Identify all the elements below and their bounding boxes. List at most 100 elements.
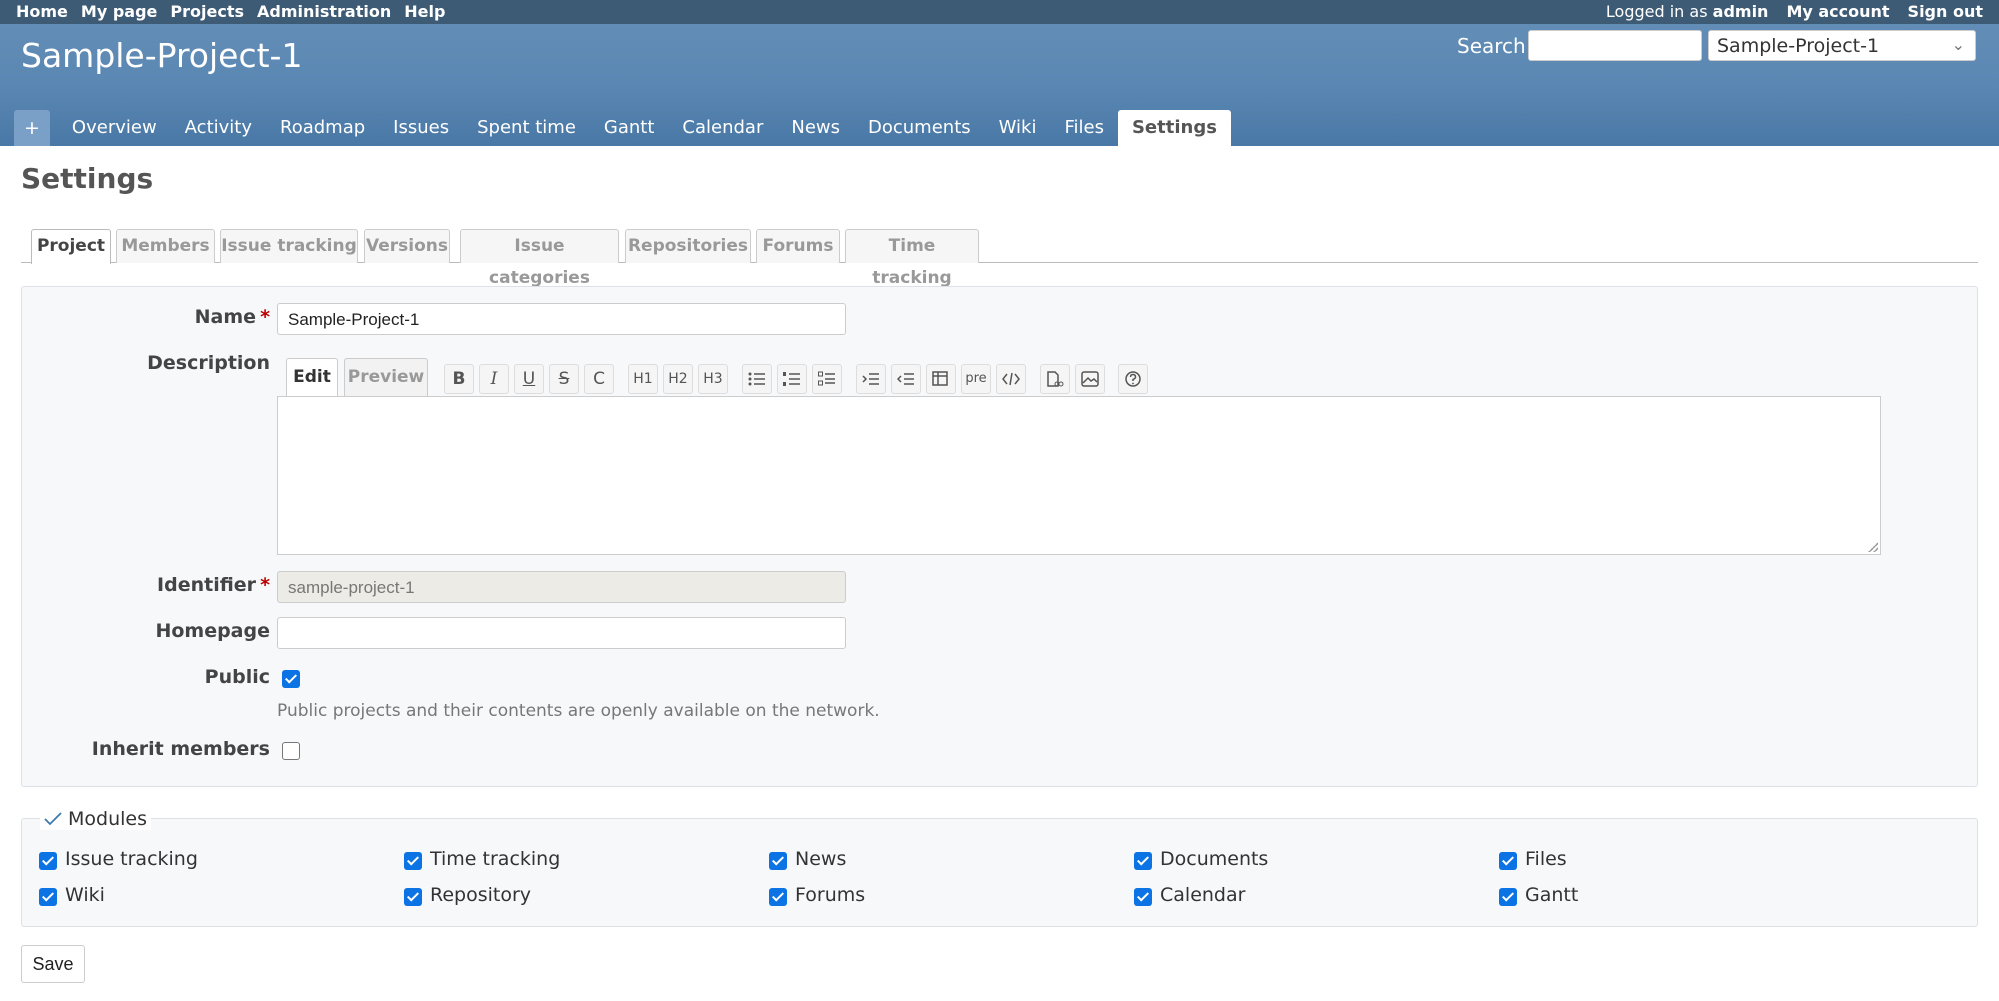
underline-button[interactable]: U: [514, 364, 544, 394]
module-gantt-checkbox[interactable]: [1499, 888, 1517, 906]
identifier-label: Identifier *: [20, 574, 270, 596]
image-icon: [1081, 371, 1099, 387]
tab-files[interactable]: Files: [1050, 110, 1118, 146]
save-button[interactable]: Save: [21, 945, 85, 983]
homepage-label: Homepage: [155, 620, 270, 642]
search-input[interactable]: [1528, 30, 1702, 61]
module-wiki-label[interactable]: Wiki: [65, 884, 105, 906]
module-calendar-label[interactable]: Calendar: [1160, 884, 1245, 906]
search-label: Search:: [1457, 34, 1533, 58]
module-time-tracking-label[interactable]: Time tracking: [430, 848, 560, 870]
subtab-issue-categories[interactable]: Issue categories: [460, 229, 619, 288]
module-forums-label[interactable]: Forums: [795, 884, 865, 906]
top-menu: Home My page Projects Administration Hel…: [0, 0, 1999, 24]
module-news-checkbox[interactable]: [769, 852, 787, 870]
subtab-issue-tracking[interactable]: Issue tracking: [220, 229, 358, 263]
document-link-icon: [1047, 371, 1064, 387]
image-button[interactable]: [1075, 364, 1105, 394]
table-button[interactable]: [926, 364, 956, 394]
check-icon: [44, 812, 62, 826]
inherit-members-checkbox[interactable]: [282, 742, 300, 760]
module-files-checkbox[interactable]: [1499, 852, 1517, 870]
task-list-icon: [818, 371, 835, 386]
heading-2-button[interactable]: H2: [663, 364, 693, 394]
outdent-button[interactable]: [891, 364, 921, 394]
top-menu-help[interactable]: Help: [404, 2, 445, 21]
new-object-button[interactable]: +: [14, 110, 50, 146]
top-menu-projects[interactable]: Projects: [170, 2, 244, 21]
table-icon: [932, 371, 948, 386]
logged-in-user[interactable]: admin: [1713, 2, 1769, 21]
top-menu-my-page[interactable]: My page: [81, 2, 157, 21]
module-news-label[interactable]: News: [795, 848, 846, 870]
help-icon: [1125, 371, 1141, 387]
task-list-button[interactable]: [812, 364, 842, 394]
module-repository-checkbox[interactable]: [404, 888, 422, 906]
wiki-link-button[interactable]: [1040, 364, 1070, 394]
bold-button[interactable]: B: [444, 364, 474, 394]
module-issue-tracking-checkbox[interactable]: [39, 852, 57, 870]
tab-calendar[interactable]: Calendar: [668, 110, 777, 146]
inline-code-button[interactable]: C: [584, 364, 614, 394]
tab-wiki[interactable]: Wiki: [985, 110, 1051, 146]
tab-documents[interactable]: Documents: [854, 110, 985, 146]
description-textarea[interactable]: [277, 396, 1881, 555]
subtab-repositories[interactable]: Repositories: [625, 229, 751, 263]
module-files-label[interactable]: Files: [1525, 848, 1567, 870]
name-label-text: Name: [194, 306, 257, 328]
italic-button[interactable]: I: [479, 364, 509, 394]
subtab-project[interactable]: Project: [31, 229, 111, 264]
tab-overview[interactable]: Overview: [58, 110, 171, 146]
top-menu-administration[interactable]: Administration: [257, 2, 391, 21]
project-title: Sample-Project-1: [21, 36, 303, 75]
tab-activity[interactable]: Activity: [171, 110, 266, 146]
tab-roadmap[interactable]: Roadmap: [266, 110, 379, 146]
edit-tab[interactable]: Edit: [286, 358, 338, 396]
module-gantt-label[interactable]: Gantt: [1525, 884, 1578, 906]
top-menu-left: Home My page Projects Administration Hel…: [16, 2, 445, 21]
subtab-members[interactable]: Members: [116, 229, 215, 263]
public-hint: Public projects and their contents are o…: [277, 701, 880, 721]
tab-issues[interactable]: Issues: [379, 110, 463, 146]
required-mark: *: [260, 306, 270, 328]
name-input[interactable]: Sample-Project-1: [277, 303, 846, 335]
module-wiki-checkbox[interactable]: [39, 888, 57, 906]
module-time-tracking-checkbox[interactable]: [404, 852, 422, 870]
tab-spent-time[interactable]: Spent time: [463, 110, 590, 146]
help-button[interactable]: [1118, 364, 1148, 394]
bulleted-list-button[interactable]: [742, 364, 772, 394]
top-menu-home[interactable]: Home: [16, 2, 68, 21]
my-account-link[interactable]: My account: [1786, 2, 1889, 21]
preview-tab[interactable]: Preview: [344, 358, 428, 396]
module-calendar-checkbox[interactable]: [1134, 888, 1152, 906]
homepage-input[interactable]: [277, 617, 846, 649]
code-block-button[interactable]: [996, 364, 1026, 394]
module-documents-checkbox[interactable]: [1134, 852, 1152, 870]
module-forums-checkbox[interactable]: [769, 888, 787, 906]
numbered-list-button[interactable]: [777, 364, 807, 394]
modules-legend[interactable]: Modules: [40, 808, 151, 830]
module-issue-tracking-label[interactable]: Issue tracking: [65, 848, 198, 870]
module-documents-label[interactable]: Documents: [1160, 848, 1268, 870]
sign-out-link[interactable]: Sign out: [1908, 2, 1983, 21]
main-menu: + Overview Activity Roadmap Issues Spent…: [14, 110, 1231, 146]
tab-gantt[interactable]: Gantt: [590, 110, 669, 146]
subtab-forums[interactable]: Forums: [756, 229, 840, 263]
preformatted-button[interactable]: pre: [961, 364, 991, 394]
strikethrough-button[interactable]: S: [549, 364, 579, 394]
resize-handle[interactable]: [1868, 542, 1878, 552]
outdent-icon: [897, 373, 914, 385]
public-label: Public: [204, 666, 270, 688]
identifier-input: sample-project-1: [277, 571, 846, 603]
tab-news[interactable]: News: [777, 110, 854, 146]
heading-1-button[interactable]: H1: [628, 364, 658, 394]
tab-settings[interactable]: Settings: [1117, 110, 1231, 146]
project-jump-select[interactable]: Sample-Project-1 ⌄: [1708, 30, 1976, 61]
indent-button[interactable]: [856, 364, 886, 394]
heading-3-button[interactable]: H3: [698, 364, 728, 394]
subtab-time-tracking[interactable]: Time tracking: [845, 229, 979, 288]
subtab-versions[interactable]: Versions: [364, 229, 450, 263]
public-checkbox[interactable]: [282, 670, 300, 688]
module-repository-label[interactable]: Repository: [430, 884, 531, 906]
logged-in-as: Logged in as admin: [1606, 2, 1769, 21]
